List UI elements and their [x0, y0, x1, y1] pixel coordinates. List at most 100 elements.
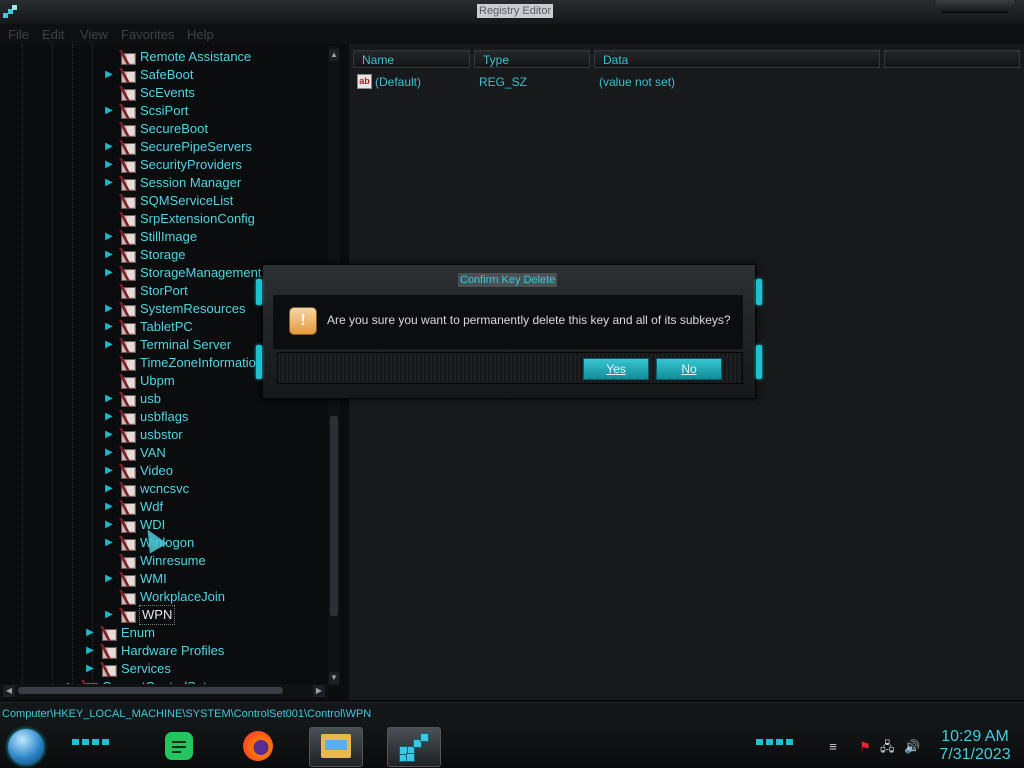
- tree-item-label: SystemResources: [140, 301, 246, 316]
- clock-time[interactable]: 10:29 AM: [930, 728, 1020, 746]
- registry-editor-app-icon[interactable]: [2, 4, 18, 20]
- scroll-left-arrow-icon[interactable]: ◀: [3, 685, 15, 697]
- expand-arrow-icon[interactable]: ▶: [103, 501, 115, 513]
- tree-item[interactable]: ▶ Video: [0, 462, 327, 480]
- expand-arrow-icon[interactable]: ▶: [103, 447, 115, 459]
- tree-item[interactable]: ▶ Session Manager: [0, 174, 327, 192]
- tree-item[interactable]: ▶ ScsiPort: [0, 102, 327, 120]
- expand-arrow-icon[interactable]: ▶: [103, 141, 115, 153]
- registry-key-folder-icon: [119, 176, 136, 191]
- dialog-edge-accent: [756, 345, 762, 379]
- expand-arrow-icon[interactable]: ▶: [103, 105, 115, 117]
- tree-item[interactable]: ▶ WPN: [0, 605, 327, 625]
- expand-arrow-icon[interactable]: ▶: [103, 69, 115, 81]
- taskbar-app-file-explorer[interactable]: [309, 727, 363, 767]
- tree-item[interactable]: ▶ Enum: [0, 624, 327, 642]
- expand-arrow-icon[interactable]: ▶: [103, 411, 115, 423]
- expand-arrow-icon[interactable]: ▶: [103, 249, 115, 261]
- tree-item[interactable]: ▶ WDI: [0, 516, 327, 534]
- scroll-down-arrow-icon[interactable]: ▼: [329, 672, 339, 684]
- tree-item[interactable]: SQMServiceList: [0, 192, 327, 210]
- start-button[interactable]: [8, 729, 44, 765]
- tree-item[interactable]: ▶ usbstor: [0, 426, 327, 444]
- menu-help[interactable]: Help: [187, 27, 214, 42]
- menu-view[interactable]: View: [80, 27, 108, 42]
- registry-key-folder-icon: [100, 626, 117, 641]
- registry-key-folder-icon: [119, 194, 136, 209]
- clock-date[interactable]: 7/31/2023: [930, 746, 1020, 764]
- tree-item[interactable]: ▶ Services: [0, 660, 327, 678]
- expand-arrow-icon[interactable]: ▶: [84, 645, 96, 657]
- show-hidden-icons-icon[interactable]: ≡: [826, 740, 840, 754]
- taskbar-app-firefox[interactable]: [232, 727, 284, 765]
- expand-arrow-icon[interactable]: ▶: [103, 483, 115, 495]
- tree-item[interactable]: ▶ StillImage: [0, 228, 327, 246]
- tree-item[interactable]: Winresume: [0, 552, 327, 570]
- expand-arrow-icon[interactable]: ▶: [103, 519, 115, 531]
- menu-edit[interactable]: Edit: [42, 27, 64, 42]
- tree-item-label: SecureBoot: [140, 121, 208, 136]
- tree-item[interactable]: ▶ Storage: [0, 246, 327, 264]
- tree-item[interactable]: Remote Assistance: [0, 48, 327, 66]
- window-controls[interactable]: [934, 0, 1016, 13]
- registry-key-folder-icon: [119, 320, 136, 335]
- tree-item[interactable]: ▶ usbflags: [0, 408, 327, 426]
- expand-arrow-icon[interactable]: ▶: [103, 321, 115, 333]
- confirm-delete-dialog: Confirm Key Delete ! Are you sure you wa…: [256, 264, 762, 399]
- tree-item[interactable]: ScEvents: [0, 84, 327, 102]
- tree-item[interactable]: ▶ wcncsvc: [0, 480, 327, 498]
- menu-file[interactable]: File: [8, 27, 29, 42]
- value-name[interactable]: (Default): [375, 73, 421, 91]
- expand-arrow-icon[interactable]: ▶: [103, 465, 115, 477]
- expand-arrow-icon[interactable]: ▶: [103, 267, 115, 279]
- network-icon[interactable]: 🖧: [880, 740, 895, 754]
- yes-button[interactable]: Yes: [583, 358, 649, 380]
- tree-item[interactable]: ▶ SecurityProviders: [0, 156, 327, 174]
- tree-horizontal-scrollbar[interactable]: ◀ ▶: [0, 684, 328, 698]
- expand-arrow-icon[interactable]: ▶: [103, 609, 115, 621]
- scroll-thumb[interactable]: [330, 416, 338, 616]
- column-header-name[interactable]: Name: [353, 50, 470, 68]
- expand-arrow-icon[interactable]: ▶: [103, 537, 115, 549]
- expand-arrow-icon[interactable]: ▶: [103, 159, 115, 171]
- column-header-data[interactable]: Data: [594, 50, 880, 68]
- action-center-flag-icon[interactable]: ⚑: [858, 740, 872, 754]
- expand-arrow-icon[interactable]: ▶: [103, 339, 115, 351]
- no-button[interactable]: No: [656, 358, 722, 380]
- tree-item-label: TimeZoneInformation: [140, 355, 264, 370]
- registry-key-folder-icon: [119, 608, 136, 623]
- column-header-type[interactable]: Type: [474, 50, 590, 68]
- scroll-right-arrow-icon[interactable]: ▶: [313, 685, 325, 697]
- volume-icon[interactable]: 🔊: [904, 740, 920, 754]
- taskbar-app-registry-editor[interactable]: [387, 727, 441, 767]
- expand-arrow-icon[interactable]: ▶: [84, 627, 96, 639]
- tree-item[interactable]: SecureBoot: [0, 120, 327, 138]
- expand-arrow-icon[interactable]: ▶: [103, 231, 115, 243]
- scroll-up-arrow-icon[interactable]: ▲: [329, 49, 339, 61]
- expand-arrow-icon[interactable]: ▶: [103, 177, 115, 189]
- tree-item[interactable]: ▶ SecurePipeServers: [0, 138, 327, 156]
- tree-item[interactable]: ▶ Wdf: [0, 498, 327, 516]
- tree-item[interactable]: WorkplaceJoin: [0, 588, 327, 606]
- expand-arrow-icon[interactable]: ▶: [103, 429, 115, 441]
- tree-item[interactable]: SrpExtensionConfig: [0, 210, 327, 228]
- tree-item-label: SecurityProviders: [140, 157, 242, 172]
- registry-editor-icon: [399, 733, 429, 762]
- tree-item[interactable]: ▶ WMI: [0, 570, 327, 588]
- expand-arrow-icon[interactable]: ▶: [84, 663, 96, 675]
- tree-item-label: usbflags: [140, 409, 189, 424]
- expand-arrow-icon[interactable]: ▶: [103, 303, 115, 315]
- taskbar-accent: [756, 739, 796, 745]
- taskbar-app-notes[interactable]: [153, 727, 205, 765]
- scroll-thumb-horizontal[interactable]: [18, 687, 283, 694]
- expand-arrow-icon[interactable]: ▶: [103, 393, 115, 405]
- registry-key-folder-icon: [119, 500, 136, 515]
- tree-item[interactable]: ▶ Hardware Profiles: [0, 642, 327, 660]
- tree-item[interactable]: ▶ VAN: [0, 444, 327, 462]
- registry-key-folder-icon: [119, 554, 136, 569]
- tree-item[interactable]: ▶ SafeBoot: [0, 66, 327, 84]
- notes-app-icon: [165, 732, 193, 760]
- expand-arrow-icon[interactable]: ▶: [103, 573, 115, 585]
- dialog-footer: Yes No: [277, 352, 743, 384]
- menu-favorites[interactable]: Favorites: [121, 27, 174, 42]
